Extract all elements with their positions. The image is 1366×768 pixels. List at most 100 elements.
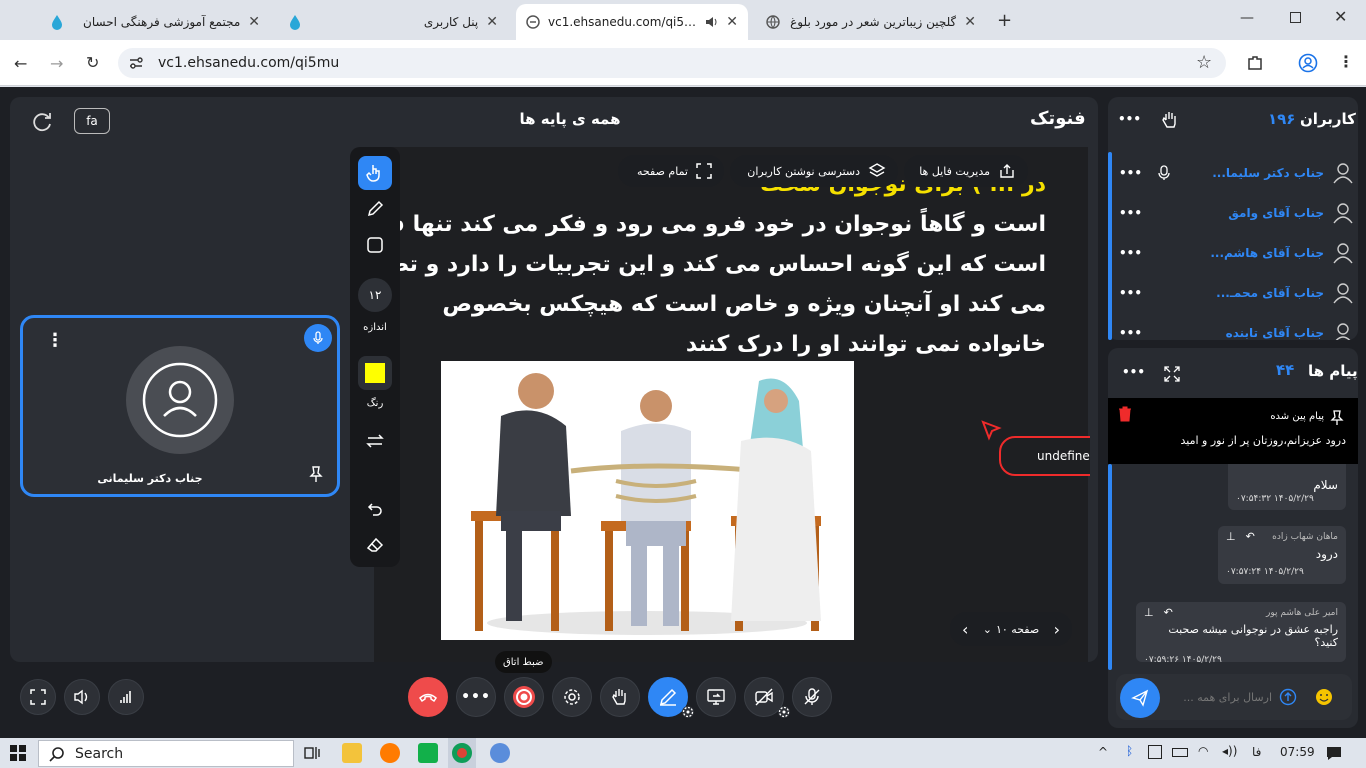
site-info-icon[interactable] bbox=[128, 55, 144, 71]
tab-vc1[interactable]: vc1.ehsanedu.com/qi5mu ✕ bbox=[516, 4, 748, 40]
chrome-menu-icon[interactable]: ⋮ bbox=[1338, 52, 1354, 71]
close-tab-icon[interactable]: ✕ bbox=[486, 14, 498, 30]
write-access-button[interactable]: دسترسی نوشتن کاربران bbox=[730, 155, 898, 187]
send-icon bbox=[1131, 689, 1149, 707]
app-icon[interactable] bbox=[490, 743, 510, 763]
tile-more-icon[interactable]: ⋮ bbox=[46, 330, 64, 351]
speaker-icon[interactable] bbox=[704, 15, 718, 29]
speaker-button[interactable] bbox=[64, 679, 100, 715]
close-tab-icon[interactable]: ✕ bbox=[726, 14, 738, 30]
chat-message[interactable]: امیر علی هاشم پور ↶ ⊥ راجبه عشق در نوجوا… bbox=[1136, 602, 1346, 665]
user-row[interactable]: جناب دکتر سلیما... ••• bbox=[1118, 160, 1354, 186]
pin-icon[interactable] bbox=[308, 465, 324, 483]
back-button[interactable]: ← bbox=[14, 54, 27, 73]
language-button[interactable]: fa bbox=[74, 108, 110, 134]
user-more-icon[interactable]: ••• bbox=[1119, 326, 1142, 340]
messages-more-icon[interactable]: ••• bbox=[1122, 365, 1145, 379]
minimize-button[interactable]: — bbox=[1240, 10, 1254, 26]
close-window-button[interactable]: ✕ bbox=[1334, 7, 1347, 26]
clock[interactable]: 07:59 bbox=[1280, 745, 1315, 759]
shield-app-icon[interactable] bbox=[418, 743, 438, 763]
reload-button[interactable]: ↻ bbox=[86, 53, 99, 72]
swap-tool[interactable] bbox=[358, 424, 392, 458]
emoji-icon[interactable] bbox=[1315, 688, 1333, 706]
reply-icon[interactable]: ↶ bbox=[1246, 530, 1255, 543]
expand-icon[interactable] bbox=[1163, 365, 1181, 383]
upload-icon[interactable] bbox=[1279, 688, 1297, 706]
extensions-icon[interactable] bbox=[1246, 54, 1264, 72]
send-button[interactable] bbox=[1120, 678, 1160, 718]
trash-icon[interactable] bbox=[1118, 406, 1132, 422]
file-manager-button[interactable]: مدیریت فایل ها bbox=[904, 155, 1028, 187]
maximize-button[interactable] bbox=[1290, 12, 1301, 23]
refresh-icon[interactable] bbox=[30, 110, 54, 134]
camera-off-icon bbox=[755, 688, 773, 706]
tray-chevron-up-icon[interactable]: ^ bbox=[1098, 745, 1108, 759]
chat-message[interactable]: ماهان شهاب زاده ↶ ⊥ درود ۰۷:۵۷:۲۴ ۱۴۰۵/۲… bbox=[1218, 526, 1346, 584]
chevron-down-icon[interactable]: ⌄ bbox=[983, 623, 992, 636]
pencil-tool[interactable] bbox=[358, 192, 392, 226]
firefox-icon[interactable] bbox=[380, 743, 400, 763]
input-language[interactable]: فا bbox=[1252, 745, 1261, 759]
user-more-icon[interactable]: ••• bbox=[1119, 286, 1142, 300]
record-button[interactable] bbox=[504, 677, 544, 717]
pin-icon[interactable]: ⊥ bbox=[1144, 606, 1154, 619]
chrome-icon[interactable] bbox=[452, 743, 472, 763]
profile-icon[interactable] bbox=[1298, 53, 1318, 73]
user-row[interactable]: جناب آقای تابنده ••• bbox=[1118, 320, 1354, 340]
users-more-icon[interactable]: ••• bbox=[1118, 112, 1141, 126]
shape-tool[interactable] bbox=[358, 228, 392, 262]
fullscreen-toggle[interactable] bbox=[20, 679, 56, 715]
bookmark-star-icon[interactable]: ☆ bbox=[1196, 52, 1212, 73]
reply-icon[interactable]: ↶ bbox=[1164, 606, 1173, 619]
pin-icon[interactable]: ⊥ bbox=[1226, 530, 1236, 543]
hangup-button[interactable] bbox=[408, 677, 448, 717]
user-icon bbox=[1335, 323, 1351, 340]
user-more-icon[interactable]: ••• bbox=[1119, 246, 1142, 260]
notifications-icon[interactable] bbox=[1326, 745, 1342, 761]
tab-poem[interactable]: ✕ گلچین زیباترین شعر در مورد بلوغ bbox=[756, 4, 986, 40]
wifi-icon[interactable]: ◠ bbox=[1198, 744, 1208, 758]
bluetooth-icon[interactable]: ᛒ bbox=[1126, 744, 1133, 758]
windows-start-icon[interactable] bbox=[10, 745, 26, 761]
pinned-message bbox=[1108, 398, 1358, 464]
user-row[interactable]: جناب آقای وامق ••• bbox=[1118, 200, 1354, 226]
mic-button[interactable] bbox=[792, 677, 832, 717]
pointer-tool[interactable] bbox=[358, 156, 392, 190]
more-button[interactable]: ••• bbox=[456, 677, 496, 717]
file-explorer-icon[interactable] bbox=[342, 743, 362, 763]
user-row[interactable]: جناب آقای هاشم... ••• bbox=[1118, 240, 1354, 266]
next-page-button[interactable]: › bbox=[1054, 620, 1060, 639]
close-tab-icon[interactable]: ✕ bbox=[248, 14, 260, 30]
task-view-icon[interactable] bbox=[304, 745, 320, 761]
volume-icon[interactable]: ◂)) bbox=[1222, 744, 1237, 758]
user-row[interactable]: جناب آقای محمـ... ••• bbox=[1118, 280, 1354, 306]
network-button[interactable] bbox=[108, 679, 144, 715]
share-screen-button[interactable] bbox=[696, 677, 736, 717]
chat-message[interactable]: سلام ۰۷:۵۴:۳۲ ۱۴۰۵/۲/۲۹ bbox=[1228, 464, 1346, 510]
tab-ehsan[interactable]: ✕ مجتمع آموزشی فرهنگی احسان bbox=[40, 4, 270, 40]
fullscreen-button[interactable]: تمام صفحه bbox=[618, 155, 724, 187]
camera-settings-icon[interactable] bbox=[776, 704, 792, 720]
user-more-icon[interactable]: ••• bbox=[1119, 206, 1142, 220]
color-picker[interactable] bbox=[358, 356, 392, 390]
messages-scrollbar[interactable] bbox=[1108, 464, 1112, 670]
prev-page-button[interactable]: ‹ bbox=[962, 620, 968, 639]
user-more-icon[interactable]: ••• bbox=[1119, 166, 1142, 180]
users-scrollbar[interactable] bbox=[1108, 152, 1112, 340]
forward-button[interactable]: → bbox=[50, 54, 63, 73]
whiteboard-settings-icon[interactable] bbox=[680, 704, 696, 720]
settings-button[interactable] bbox=[552, 677, 592, 717]
size-value[interactable]: ۱۲ bbox=[358, 278, 392, 312]
hand-icon[interactable] bbox=[1160, 110, 1180, 130]
chat-input[interactable] bbox=[1164, 686, 1272, 708]
eraser-tool[interactable] bbox=[358, 528, 392, 562]
new-tab-button[interactable]: + bbox=[997, 10, 1012, 31]
raise-hand-button[interactable] bbox=[600, 677, 640, 717]
tray-app-icon[interactable] bbox=[1148, 745, 1162, 759]
undo-tool[interactable] bbox=[358, 492, 392, 526]
taskbar-search[interactable]: Search bbox=[38, 740, 294, 767]
battery-icon[interactable] bbox=[1172, 748, 1188, 757]
tab-user-panel[interactable]: ✕ پنل کاربری bbox=[278, 4, 508, 40]
close-tab-icon[interactable]: ✕ bbox=[964, 14, 976, 30]
